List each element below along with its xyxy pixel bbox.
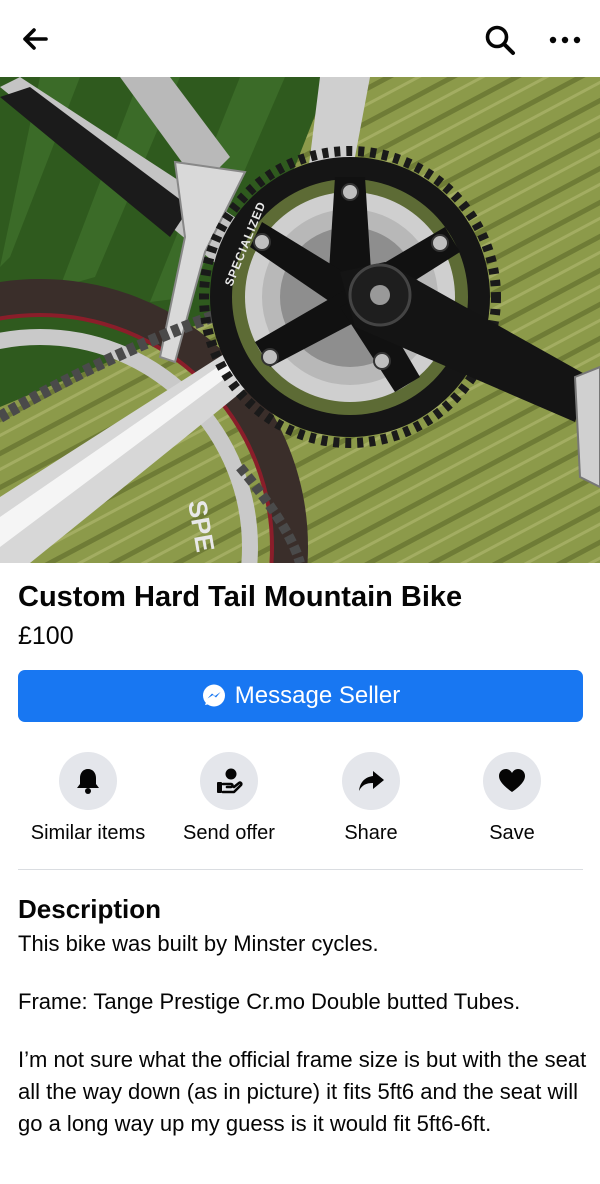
- arrow-left-icon: [23, 28, 48, 50]
- hand-offer-icon: [217, 768, 243, 794]
- search-icon: [485, 25, 515, 55]
- send-offer-label: Send offer: [183, 822, 275, 844]
- share-button[interactable]: Share: [301, 752, 441, 845]
- save-label: Save: [489, 822, 535, 844]
- messenger-icon: [202, 684, 225, 707]
- top-bar: [0, 0, 600, 77]
- message-seller-button[interactable]: Message Seller: [18, 670, 583, 722]
- description-heading: Description: [18, 894, 162, 924]
- listing-title: Custom Hard Tail Mountain Bike: [18, 581, 463, 613]
- heart-icon: [499, 769, 525, 792]
- description-paragraph: Frame: Tange Prestige Cr.mo Double butte…: [18, 989, 521, 1014]
- description-paragraph: This bike was built by Minster cycles.: [18, 931, 379, 956]
- more-options-button[interactable]: [540, 20, 590, 60]
- action-row: Similar items Send offer Share Save: [0, 752, 600, 852]
- bike-crankset-image: SPE SPECIALIZED: [0, 77, 600, 563]
- save-button[interactable]: Save: [442, 752, 582, 845]
- bell-icon: [77, 769, 99, 794]
- more-horizontal-icon: [549, 36, 581, 44]
- share-label: Share: [344, 822, 398, 844]
- description-body: This bike was built by Minster cycles. F…: [18, 928, 588, 1166]
- share-arrow-icon: [359, 771, 384, 791]
- similar-items-label: Similar items: [30, 822, 146, 844]
- back-button[interactable]: [18, 22, 52, 56]
- section-divider: [18, 869, 583, 870]
- description-paragraph: I’m not sure what the official frame siz…: [18, 1047, 587, 1136]
- send-offer-button[interactable]: Send offer: [159, 752, 299, 845]
- search-button[interactable]: [480, 20, 520, 60]
- message-seller-label: Message Seller: [234, 682, 401, 709]
- similar-items-button[interactable]: Similar items: [18, 752, 158, 845]
- listing-price: £100: [18, 622, 74, 650]
- listing-photo[interactable]: SPE SPECIALIZED: [0, 77, 600, 563]
